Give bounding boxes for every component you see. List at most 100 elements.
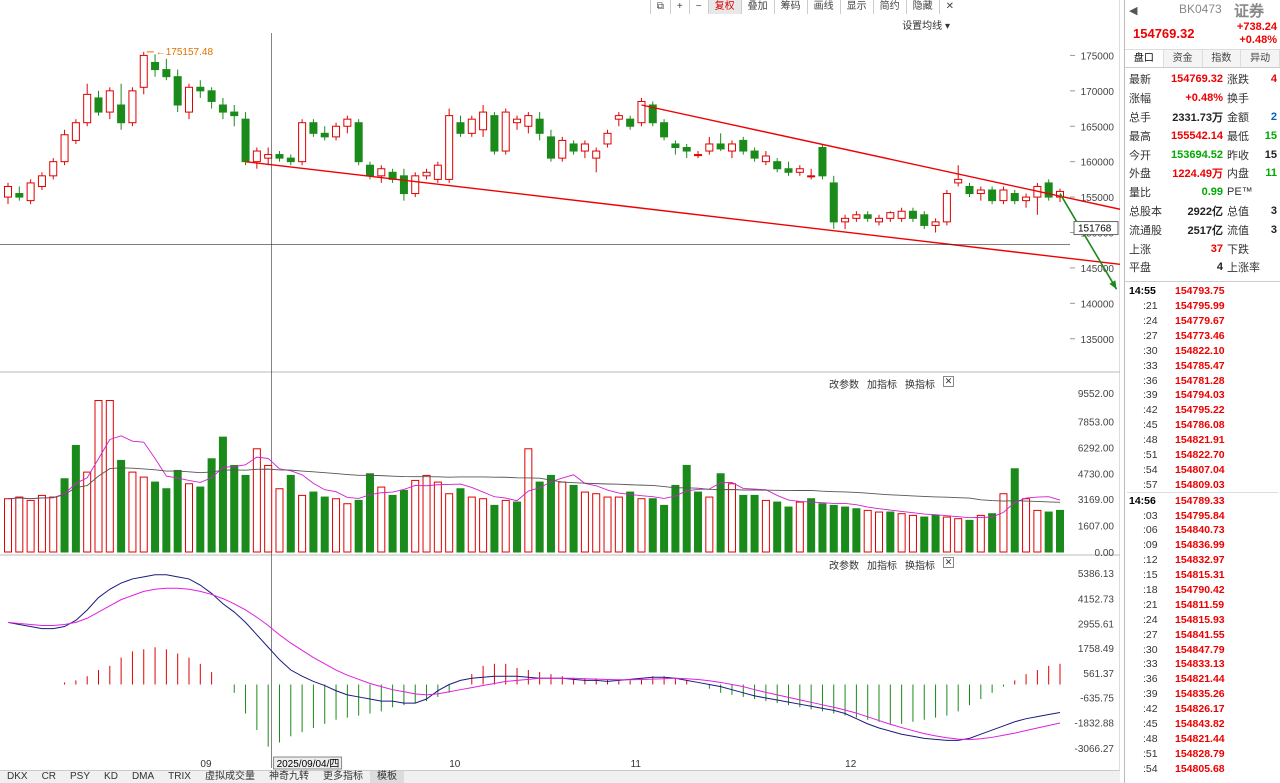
volume-bar bbox=[513, 501, 522, 553]
tick-list[interactable]: 14:55 154793.75:21 154795.99:24 154779.67:2… bbox=[1125, 280, 1280, 776]
candle-body bbox=[60, 134, 69, 163]
volume-bar bbox=[173, 469, 182, 553]
tick-time: :48 bbox=[1143, 434, 1158, 447]
toolbar-button-chips[interactable]: 筹码 bbox=[773, 0, 807, 14]
y-tick-label: 165000 bbox=[1081, 122, 1115, 133]
tab-template[interactable]: 模板 bbox=[369, 771, 404, 783]
volume-tick-label: 6292.00 bbox=[1078, 443, 1115, 454]
quote-value: 2 bbox=[1270, 110, 1277, 123]
ma-settings-button[interactable]: 设置均线 ▾ bbox=[902, 17, 950, 32]
tab-dma[interactable]: DMA bbox=[125, 771, 161, 783]
tick-price: 154847.79 bbox=[1175, 643, 1225, 656]
tick-row: :27 154773.46 bbox=[1125, 328, 1280, 343]
tab-dkx[interactable]: DKX bbox=[0, 771, 35, 783]
tab-trix[interactable]: TRIX bbox=[161, 771, 198, 783]
window-icon[interactable]: ⧉ bbox=[649, 0, 670, 14]
quote-label: PE™ bbox=[1227, 186, 1253, 199]
swap-indicator-button[interactable]: 换指标 bbox=[905, 557, 935, 572]
tick-price: 154815.31 bbox=[1175, 569, 1225, 582]
swap-indicator-button[interactable]: 换指标 bbox=[905, 376, 935, 391]
candle-body bbox=[1022, 196, 1031, 202]
tab-kd[interactable]: KD bbox=[97, 771, 125, 783]
candle-body bbox=[286, 157, 295, 163]
candle-body bbox=[445, 115, 454, 180]
volume-bar bbox=[569, 484, 578, 553]
candle-body bbox=[275, 154, 284, 159]
tab-magic-nine[interactable]: 神奇九转 bbox=[262, 771, 316, 783]
quote-value: 15 bbox=[1264, 148, 1277, 161]
close-icon[interactable]: ✕ bbox=[938, 0, 960, 14]
volume-bar bbox=[399, 489, 408, 553]
macd-tick-label: -3066.27 bbox=[1075, 744, 1115, 755]
candle-body bbox=[422, 171, 431, 177]
macd-tick-label: 2955.61 bbox=[1078, 619, 1115, 630]
tick-time: :24 bbox=[1143, 314, 1158, 327]
candle-body bbox=[603, 132, 612, 145]
price-change: +738.24 +0.48% bbox=[1229, 21, 1277, 47]
volume-bar bbox=[637, 498, 646, 553]
y-tick-label: 170000 bbox=[1081, 87, 1115, 98]
volume-bar bbox=[377, 486, 386, 553]
tab-index[interactable]: 指数 bbox=[1202, 50, 1242, 67]
candle-body bbox=[1044, 182, 1053, 198]
quote-label: 总手 bbox=[1129, 111, 1151, 124]
candle-body bbox=[841, 217, 850, 223]
tick-price: 154821.44 bbox=[1175, 673, 1225, 686]
quote-row: 量比 0.99 PE™ bbox=[1125, 183, 1280, 202]
close-icon[interactable]: ✕ bbox=[943, 376, 954, 387]
candle-body bbox=[897, 210, 906, 219]
add-indicator-button[interactable]: 加指标 bbox=[867, 557, 897, 572]
toolbar-button-hide[interactable]: 隐藏 bbox=[905, 0, 939, 14]
tick-row: :48 154821.44 bbox=[1125, 731, 1280, 746]
macd-tick-label: 561.37 bbox=[1083, 669, 1114, 680]
tick-row: :39 154794.03 bbox=[1125, 388, 1280, 403]
candle-body bbox=[727, 143, 736, 152]
toolbar-button-draw[interactable]: 画线 bbox=[806, 0, 840, 14]
volume-bar bbox=[694, 491, 703, 553]
tick-price: 154795.22 bbox=[1175, 404, 1225, 417]
quote-value: 37 bbox=[1210, 242, 1223, 255]
zoom-in-icon[interactable]: + bbox=[669, 0, 689, 14]
volume-bar bbox=[162, 488, 171, 553]
tick-row: :36 154821.44 bbox=[1125, 672, 1280, 687]
tab-cr[interactable]: CR bbox=[35, 771, 63, 783]
candle-body bbox=[184, 86, 193, 113]
candle-body bbox=[365, 164, 374, 177]
quote-row: 流通股 2517亿 流值 3 bbox=[1125, 220, 1280, 239]
tab-movement[interactable]: 异动 bbox=[1241, 50, 1280, 67]
tab-virtual-volume[interactable]: 虚拟成交量 bbox=[198, 771, 262, 783]
toolbar-button-simple[interactable]: 简约 bbox=[872, 0, 906, 14]
toolbar-button-overlay[interactable]: 叠加 bbox=[740, 0, 774, 14]
stock-code: BK0473 bbox=[1179, 2, 1222, 16]
candle-body bbox=[332, 125, 341, 138]
tab-psy[interactable]: PSY bbox=[63, 771, 97, 783]
quote-label: 外盘 bbox=[1129, 168, 1151, 181]
quote-value: 15 bbox=[1264, 129, 1277, 142]
tab-more-indicators[interactable]: 更多指标 bbox=[316, 771, 370, 783]
volume-bar bbox=[535, 481, 544, 553]
volume-bar bbox=[218, 436, 227, 553]
volume-bar bbox=[422, 474, 431, 553]
quote-label: 涨幅 bbox=[1129, 93, 1151, 106]
volume-bar bbox=[942, 516, 951, 553]
tick-time: 14:56 bbox=[1129, 494, 1156, 507]
chart-area[interactable]: 1750001700001650001600001550001500001450… bbox=[0, 0, 1120, 783]
close-icon[interactable]: ✕ bbox=[943, 557, 954, 568]
volume-bar bbox=[230, 464, 239, 553]
toolbar-button-restore-rights[interactable]: 复权 bbox=[707, 0, 741, 14]
params-button[interactable]: 改参数 bbox=[829, 557, 859, 572]
toolbar-button-display[interactable]: 显示 bbox=[839, 0, 873, 14]
tab-orderbook[interactable]: 盘口 bbox=[1125, 50, 1164, 67]
tab-funds[interactable]: 资金 bbox=[1163, 50, 1203, 67]
tick-row: :48 154821.91 bbox=[1125, 433, 1280, 448]
volume-bar bbox=[1022, 498, 1031, 553]
add-indicator-button[interactable]: 加指标 bbox=[867, 376, 897, 391]
quote-label: 涨跌 bbox=[1227, 74, 1249, 87]
macd-tick-label: -1832.88 bbox=[1075, 718, 1115, 729]
candle-body bbox=[660, 122, 669, 138]
prev-arrow-icon[interactable]: ◀ bbox=[1129, 4, 1137, 17]
params-button[interactable]: 改参数 bbox=[829, 376, 859, 391]
candle-body bbox=[852, 214, 861, 219]
trendline bbox=[641, 104, 1120, 210]
zoom-out-icon[interactable]: − bbox=[688, 0, 708, 14]
